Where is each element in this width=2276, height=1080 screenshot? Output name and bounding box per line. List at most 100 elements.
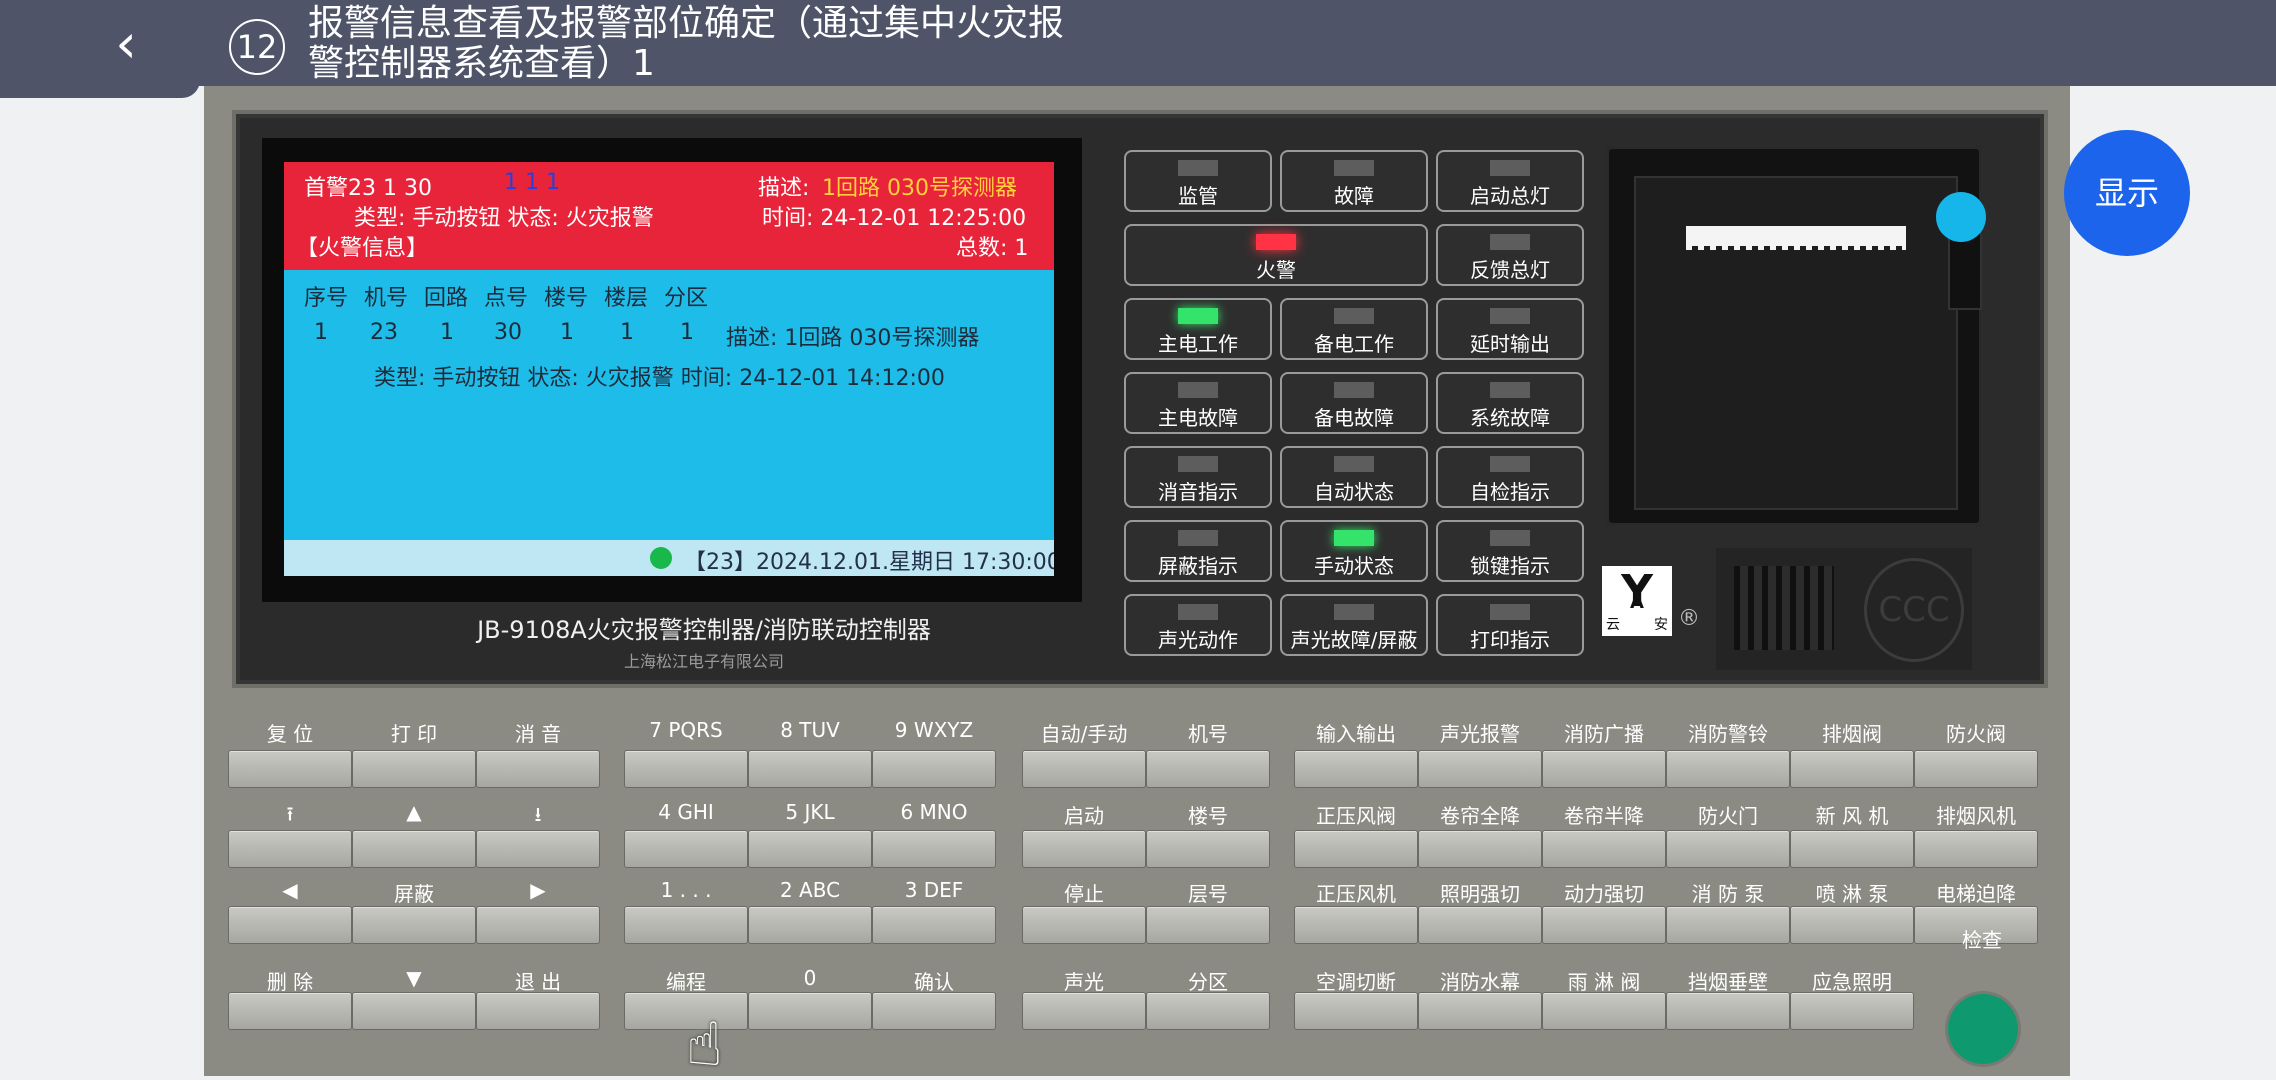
numeric-key[interactable] [748, 906, 872, 944]
col-header: 点号 [484, 286, 529, 311]
paper-feed-knob[interactable] [1936, 192, 1986, 242]
indicator-label: 备电工作 [1314, 332, 1394, 356]
alarm-total: 总数: 1 [956, 236, 1029, 261]
linkage-key[interactable] [1790, 830, 1914, 868]
linkage-key[interactable] [1790, 992, 1914, 1030]
control-key-label: 机号 [1188, 722, 1228, 746]
linkage-key[interactable] [1666, 750, 1790, 788]
linkage-key[interactable] [1294, 830, 1418, 868]
linkage-key[interactable] [1418, 750, 1542, 788]
function-key[interactable] [228, 750, 352, 788]
control-key[interactable] [1146, 992, 1270, 1030]
indicator-lamp [1490, 456, 1530, 472]
back-button[interactable]: ‹ [96, 12, 156, 76]
indicator-label: 手动状态 [1314, 554, 1394, 578]
numeric-key[interactable] [872, 750, 996, 788]
linkage-key[interactable] [1542, 830, 1666, 868]
linkage-key[interactable] [1666, 830, 1790, 868]
indicator-lamp [1178, 604, 1218, 620]
indicator-lamp [1256, 234, 1296, 250]
indicator: 备电故障 [1280, 372, 1428, 434]
linkage-key-label: 排烟阀 [1822, 722, 1882, 746]
col-header: 序号 [304, 286, 349, 311]
linkage-key[interactable] [1294, 906, 1418, 944]
numeric-key-label: 3 DEF [904, 878, 964, 902]
indicator: 系统故障 [1436, 372, 1584, 434]
numeric-key[interactable] [748, 830, 872, 868]
table-cell: 23 [370, 320, 398, 345]
linkage-key[interactable] [1542, 906, 1666, 944]
model-label: JB-9108A火灾报警控制器/消防联动控制器 [477, 616, 931, 644]
linkage-key-label: 正压风机 [1316, 882, 1396, 906]
linkage-key[interactable] [1666, 906, 1790, 944]
indicator-label: 主电工作 [1158, 332, 1238, 356]
table-cell: 1 [560, 320, 574, 345]
indicator-label: 监管 [1178, 184, 1218, 208]
linkage-key[interactable] [1418, 830, 1542, 868]
linkage-key[interactable] [1542, 750, 1666, 788]
control-key[interactable] [1022, 830, 1146, 868]
linkage-key-label: 挡烟垂壁 [1688, 970, 1768, 994]
logo-char-right: 安 [1654, 617, 1668, 633]
linkage-key-label: 动力强切 [1564, 882, 1644, 906]
indicator-lamp [1490, 382, 1530, 398]
function-key[interactable] [228, 906, 352, 944]
function-key-label: ▲ [406, 800, 422, 824]
indicator: 锁键指示 [1436, 520, 1584, 582]
linkage-key[interactable] [1666, 992, 1790, 1030]
logo-sub: A [1630, 592, 1644, 613]
indicator-label: 反馈总灯 [1470, 258, 1550, 282]
linkage-key[interactable] [1294, 750, 1418, 788]
check-button[interactable] [1948, 994, 2018, 1064]
linkage-key[interactable] [1294, 992, 1418, 1030]
numeric-key[interactable] [624, 906, 748, 944]
numeric-key[interactable] [624, 830, 748, 868]
function-key[interactable] [476, 992, 600, 1030]
numeric-key[interactable] [748, 750, 872, 788]
numeric-key-label: 2 ABC [779, 878, 841, 902]
linkage-key[interactable] [1418, 992, 1542, 1030]
display-button[interactable]: 显示 [2064, 130, 2190, 256]
function-key[interactable] [352, 992, 476, 1030]
linkage-key[interactable] [1790, 750, 1914, 788]
indicator: 启动总灯 [1436, 150, 1584, 212]
indicator-label: 屏蔽指示 [1158, 554, 1238, 578]
numeric-key[interactable] [748, 992, 872, 1030]
linkage-key[interactable] [1542, 992, 1666, 1030]
linkage-key[interactable] [1418, 906, 1542, 944]
linkage-key[interactable] [1914, 750, 2038, 788]
indicator: 消音指示 [1124, 446, 1272, 508]
control-key[interactable] [1146, 750, 1270, 788]
control-key[interactable] [1146, 830, 1270, 868]
function-key[interactable] [352, 750, 476, 788]
indicator-lamp [1334, 160, 1374, 176]
control-key[interactable] [1022, 992, 1146, 1030]
check-label: 检查 [1962, 928, 2002, 952]
control-key[interactable] [1022, 750, 1146, 788]
linkage-key[interactable] [1914, 830, 2038, 868]
logo-char-left: 云 [1606, 617, 1620, 633]
indicator-label: 声光动作 [1158, 628, 1238, 652]
function-key[interactable] [476, 830, 600, 868]
indicator-label: 锁键指示 [1470, 554, 1550, 578]
first-alarm-panel: 首警23 1 30 1 1 1 描述: 1回路 030号探测器 类型: 手动按钮… [284, 162, 1054, 270]
function-key[interactable] [352, 830, 476, 868]
control-key[interactable] [1022, 906, 1146, 944]
function-key[interactable] [228, 992, 352, 1030]
control-key[interactable] [1146, 906, 1270, 944]
numeric-key[interactable] [872, 830, 996, 868]
indicator: 监管 [1124, 150, 1272, 212]
numeric-key[interactable] [872, 906, 996, 944]
linkage-key-label: 排烟风机 [1936, 804, 2016, 828]
indicator: 屏蔽指示 [1124, 520, 1272, 582]
numeric-key[interactable] [872, 992, 996, 1030]
indicator-lamp [1334, 308, 1374, 324]
linkage-key[interactable] [1790, 906, 1914, 944]
indicator-label: 启动总灯 [1470, 184, 1550, 208]
indicator-label: 系统故障 [1470, 406, 1550, 430]
function-key[interactable] [476, 750, 600, 788]
function-key[interactable] [228, 830, 352, 868]
numeric-key[interactable] [624, 750, 748, 788]
function-key[interactable] [352, 906, 476, 944]
function-key[interactable] [476, 906, 600, 944]
